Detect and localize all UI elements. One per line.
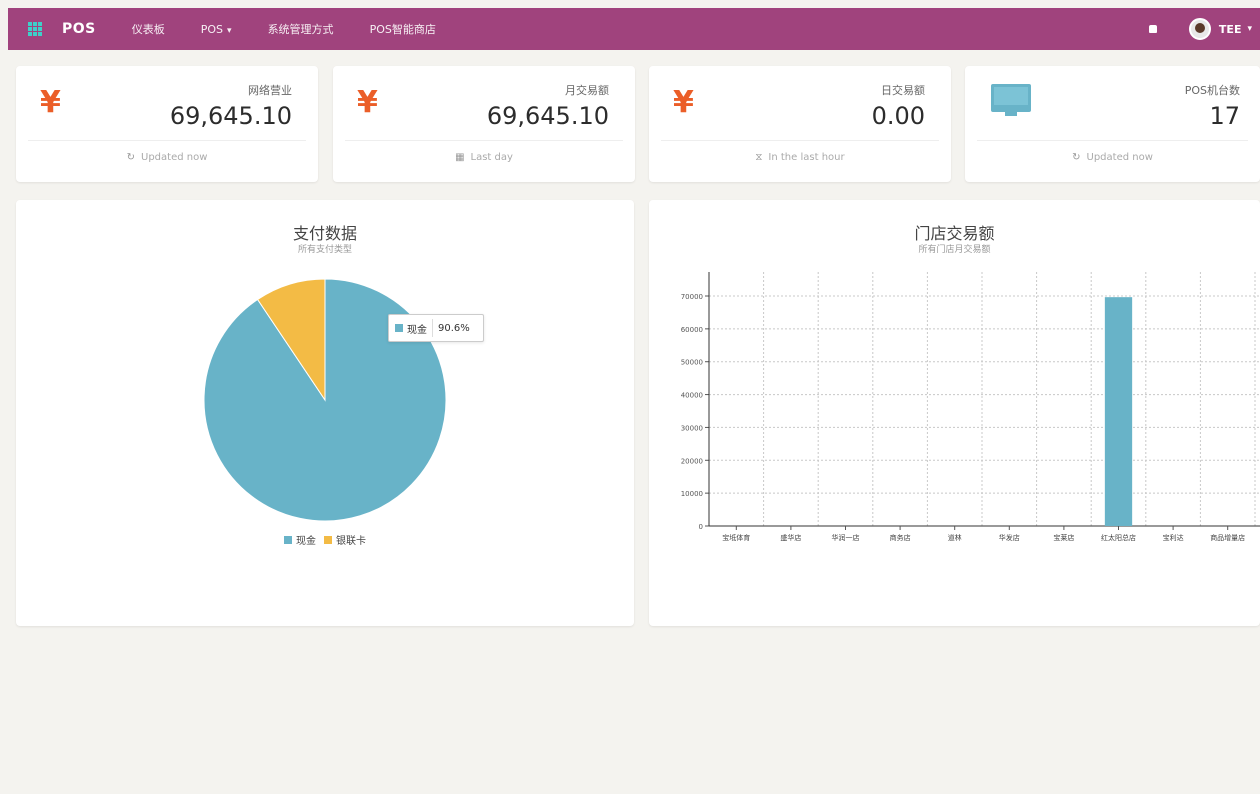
stat-footer: ⧖ In the last hour [649,152,951,163]
x-tick-label: 商务店 [890,533,911,542]
chevron-down-icon[interactable]: ▾ [1247,24,1252,34]
nav-item-label: POS [200,22,224,36]
legend-label: 现金 [296,536,316,547]
legend-swatch [284,535,292,544]
payment-data-panel: 支付数据 所有支付类型 现金 90.6% 现金 银联卡 [16,200,634,626]
apps-grid-icon[interactable] [28,22,42,36]
divider [345,140,623,141]
legend-swatch [324,535,332,544]
stat-footer-text: Updated now [141,152,208,163]
x-tick-label: 宝莱店 [1053,533,1074,542]
brand-logo[interactable]: POS [62,21,96,37]
stat-value: 17 [1209,102,1240,130]
pie-legend: 现金 银联卡 [16,532,634,547]
nav-item-label: POS智能商店 [369,23,436,36]
y-tick-label: 60000 [681,326,703,334]
refresh-icon: ↻ [1072,152,1081,163]
refresh-icon: ↻ [126,152,135,163]
divider [661,140,939,141]
x-tick-label: 盛华店 [780,533,801,542]
x-tick-label: 华发店 [999,533,1020,542]
y-tick-label: 50000 [681,359,703,367]
x-tick-label: 华润一店 [832,533,860,542]
x-tick-label: 宝坻体育 [722,533,750,542]
stat-footer-text: Last day [470,152,513,163]
stat-footer: ▦ Last day [333,152,635,163]
stat-value: 69,645.10 [169,102,292,130]
x-tick-label: 道林 [948,533,962,542]
nav-item-label: 仪表板 [131,23,165,36]
stat-footer: ↻ Updated now [16,152,318,163]
stat-label: 月交易额 [565,84,609,97]
y-tick-label: 40000 [681,392,703,400]
stat-card-daily-sales: ¥ 日交易额 0.00 ⧖ In the last hour [649,66,951,182]
monitor-icon [991,84,1031,116]
stat-value: 69,645.10 [486,102,609,130]
top-navbar: POS 仪表板 POS ▾ 系统管理方式 POS智能商店 TEE ▾ [8,8,1260,50]
divider [28,140,306,141]
calendar-icon: ▦ [455,152,465,163]
tooltip-separator [432,319,433,337]
user-name[interactable]: TEE [1219,23,1242,36]
stat-footer-text: Updated now [1086,152,1153,163]
bar-chart: 0 10000 20000 30000 40000 50000 60000 70000 宝坻体育… [681,272,1260,542]
store-sales-panel: 门店交易额 所有门店月交易额 0 10000 20000 30000 40000 5000… [649,200,1260,626]
bar[interactable] [1104,297,1133,526]
legend-item-cash[interactable]: 现金 [284,532,316,547]
stat-value: 0.00 [871,102,925,130]
nav-item-pos-store[interactable]: POS智能商店 [370,21,436,37]
stat-label: 网络营业 [248,84,292,97]
chart-tooltip: 现金 90.6% [388,314,484,342]
divider [977,140,1248,141]
avatar[interactable] [1188,18,1211,40]
y-tick-label: 70000 [681,293,703,301]
hourglass-icon: ⧖ [755,152,763,163]
y-tick-label: 0 [699,523,703,531]
nav-item-dashboard[interactable]: 仪表板 [132,21,165,37]
nav-right: TEE ▾ [1148,18,1252,40]
tooltip-value: 90.6% [438,322,470,334]
x-tick-label: 宝利达 [1163,533,1184,542]
y-tick-label: 10000 [681,490,703,498]
tooltip-label: 现金 [407,324,427,336]
x-tick-label: 商品增量店 [1210,533,1245,542]
legend-item-unionpay[interactable]: 银联卡 [324,532,366,547]
stat-label: POS机台数 [1184,84,1240,97]
tooltip-swatch [395,324,403,332]
pie-chart [203,278,447,522]
yen-icon: ¥ [673,85,694,120]
x-tick-label: 红太阳总店 [1101,533,1136,542]
stat-label: 日交易额 [881,84,925,97]
y-tick-label: 20000 [681,457,703,465]
y-tick-label: 30000 [681,424,703,432]
stat-card-network-sales: ¥ 网络营业 69,645.10 ↻ Updated now [16,66,318,182]
nav-item-label: 系统管理方式 [267,23,334,36]
stat-footer-text: In the last hour [768,152,845,163]
stat-card-pos-count: POS机台数 17 ↻ Updated now [965,66,1260,182]
chevron-down-icon: ▾ [227,25,232,36]
yen-icon: ¥ [40,85,61,120]
stat-footer: ↻ Updated now [965,152,1260,163]
legend-label: 银联卡 [336,536,366,547]
yen-icon: ¥ [357,85,378,120]
nav-item-system[interactable]: 系统管理方式 [268,21,334,37]
notification-icon[interactable] [1148,25,1157,33]
stat-card-monthly-sales: ¥ 月交易额 69,645.10 ▦ Last day [333,66,635,182]
nav-item-pos[interactable]: POS ▾ [201,23,232,36]
